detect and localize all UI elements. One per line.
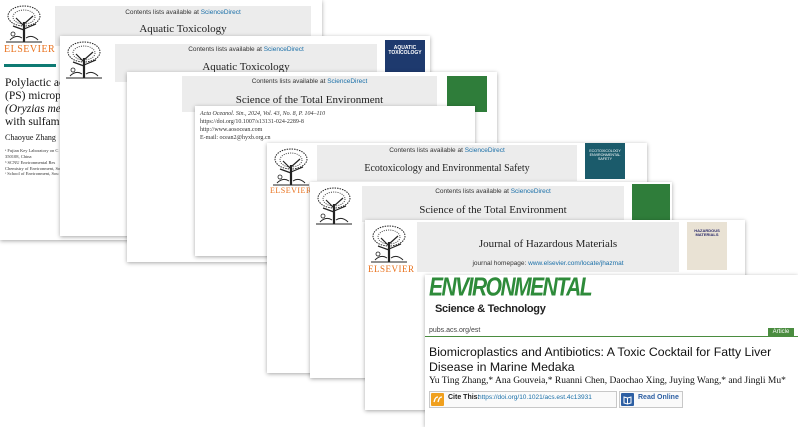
contents-prefix: Contents lists available at xyxy=(251,78,328,85)
elsevier-tree-logo xyxy=(4,4,44,44)
elsevier-tree-logo xyxy=(314,186,354,226)
contents-line: Contents lists available at ScienceDirec… xyxy=(182,78,437,85)
journal-cover-hazardous-materials: HAZARDOUS MATERIALS xyxy=(687,222,727,270)
paper-title-line-2[interactable]: Disease in Marine Medaka xyxy=(429,360,575,374)
cover-title: AQUATIC TOXICOLOGY xyxy=(388,45,422,57)
homepage-line: journal homepage: www.elsevier.com/locat… xyxy=(417,260,679,267)
read-online-icon xyxy=(621,393,634,406)
header-line: E-mail: ocean2@hyxb.org.cn xyxy=(200,135,271,142)
journal-title: Science of the Total Environment xyxy=(419,204,567,216)
journal-title: Journal of Hazardous Materials xyxy=(478,238,618,250)
journal-title: Ecotoxicology and Environmental Safety xyxy=(364,163,530,174)
journal-header: Contents lists available at ScienceDirec… xyxy=(317,145,577,181)
article-badge: Article xyxy=(768,328,794,336)
sciencedirect-link[interactable]: ScienceDirect xyxy=(264,46,304,53)
contents-prefix: Contents lists available at xyxy=(389,147,465,154)
sciencedirect-link[interactable]: ScienceDirect xyxy=(511,188,551,195)
est-logo: ENVIRONMENTAL Science & Technology xyxy=(429,275,593,321)
sciencedirect-link[interactable]: ScienceDirect xyxy=(327,78,367,85)
elsevier-wordmark: ELSEVIER xyxy=(368,264,415,274)
est-logo-bottom: Science & Technology xyxy=(435,303,546,315)
paper-title-line-1[interactable]: Biomicroplastics and Antibiotics: A Toxi… xyxy=(429,345,771,359)
journal-cover-ecotoxicology: ECOTOXICOLOGY ENVIRONMENTAL SAFETY xyxy=(585,143,625,179)
contents-prefix: Contents lists available at xyxy=(188,46,264,53)
homepage-label: journal homepage: xyxy=(472,260,529,267)
read-online-button[interactable]: Read Online xyxy=(619,391,683,408)
homepage-link[interactable]: www.elsevier.com/locate/jhazmat xyxy=(528,260,623,267)
sciencedirect-link[interactable]: ScienceDirect xyxy=(201,9,241,16)
contents-line: Contents lists available at ScienceDirec… xyxy=(115,46,377,53)
elsevier-tree-logo xyxy=(64,40,104,80)
author-line: Chaoyue Zhang xyxy=(5,133,56,142)
paper-title-line-4[interactable]: with sulfame xyxy=(5,116,65,128)
author-line: Yu Ting Zhang,* Ana Gouveia,* Ruanni Che… xyxy=(429,376,786,386)
elsevier-tree-logo xyxy=(369,224,409,264)
elsevier-wordmark: ELSEVIER xyxy=(270,186,312,195)
article-header-info: Acta Oceanol. Sin., 2024, Vol. 43, No. 8… xyxy=(200,110,325,142)
journal-title: Science of the Total Environment xyxy=(235,94,384,106)
read-online-label: Read Online xyxy=(638,394,679,401)
header-rule xyxy=(4,64,56,67)
journal-cover-science-total-environment xyxy=(632,184,670,220)
header-line: Acta Oceanol. Sin., 2024, Vol. 43, No. 8… xyxy=(200,111,326,117)
cover-title: HAZARDOUS MATERIALS xyxy=(694,228,720,238)
cite-icon xyxy=(431,393,444,406)
contents-line: Contents lists available at ScienceDirec… xyxy=(362,188,624,195)
article-type-bar xyxy=(425,336,798,337)
paper-card-environmental-science-technology[interactable]: ENVIRONMENTAL Science & Technology pubs.… xyxy=(425,275,798,427)
journal-cover-aquatic-toxicology: AQUATIC TOXICOLOGY xyxy=(385,40,425,74)
affiliation-line: ᶜ School of Environment, Sou xyxy=(5,171,59,177)
contents-line: Contents lists available at ScienceDirec… xyxy=(55,9,311,16)
affiliation-line: ᵇ SCNU Environmental Res xyxy=(5,159,56,165)
paper-title-line-1[interactable]: Polylactic aci xyxy=(5,77,67,89)
contents-line: Contents lists available at ScienceDirec… xyxy=(317,147,577,154)
contents-prefix: Contents lists available at xyxy=(435,188,511,195)
elsevier-tree-logo xyxy=(271,147,311,187)
affiliation-line: ᵃ Fujian Key Laboratory on C xyxy=(5,148,59,153)
cite-label: Cite This: xyxy=(448,394,480,401)
cite-box[interactable]: Cite This: https://doi.org/10.1021/acs.e… xyxy=(429,391,617,408)
journal-header: Journal of Hazardous Materials journal h… xyxy=(417,222,679,272)
est-logo-top: ENVIRONMENTAL xyxy=(429,275,593,302)
header-line: http://www.aosocean.com xyxy=(200,127,263,134)
journal-title: Aquatic Toxicology xyxy=(139,23,227,35)
cite-doi-link[interactable]: https://doi.org/10.1021/acs.est.4c13931 xyxy=(478,394,592,401)
contents-prefix: Contents lists available at xyxy=(125,9,201,16)
journal-header: Contents lists available at ScienceDirec… xyxy=(362,186,624,222)
journal-url[interactable]: pubs.acs.org/est xyxy=(429,327,480,334)
cover-title: ECOTOXICOLOGY ENVIRONMENTAL SAFETY xyxy=(589,149,621,161)
header-line: https://doi.org/10.1007/s13131-024-2289-… xyxy=(200,119,304,126)
sciencedirect-link[interactable]: ScienceDirect xyxy=(465,147,505,154)
elsevier-wordmark: ELSEVIER xyxy=(4,44,56,55)
affiliations: ᵃ Fujian Key Laboratory on C 350108, Chi… xyxy=(5,148,60,177)
